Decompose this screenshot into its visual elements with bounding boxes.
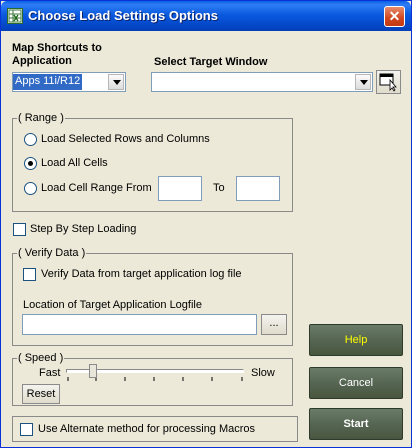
alternate-method-label[interactable]: Use Alternate method for processing Macr… bbox=[38, 423, 255, 435]
reset-speed-button[interactable]: Reset bbox=[22, 384, 60, 404]
target-window-select-value bbox=[152, 74, 156, 90]
verify-data-checkbox[interactable] bbox=[23, 268, 36, 281]
window-picker-button[interactable] bbox=[376, 70, 401, 94]
logfile-location-input[interactable] bbox=[22, 314, 257, 335]
speed-fast-label: Fast bbox=[39, 367, 61, 379]
speed-legend: ( Speed ) bbox=[17, 352, 65, 364]
chevron-down-icon[interactable] bbox=[108, 74, 124, 90]
start-button[interactable]: Start bbox=[309, 408, 403, 440]
verify-data-legend: ( Verify Data ) bbox=[17, 247, 87, 259]
logfile-location-label: Location of Target Application Logfile bbox=[23, 299, 202, 311]
load-range-label[interactable]: Load Cell Range From bbox=[41, 182, 152, 194]
help-button[interactable]: Help bbox=[309, 324, 403, 356]
close-icon: ✕ bbox=[388, 8, 401, 24]
radio-load-all[interactable] bbox=[24, 157, 37, 170]
range-to-input[interactable] bbox=[236, 176, 280, 201]
browse-logfile-button[interactable]: ... bbox=[261, 314, 287, 335]
map-shortcuts-label: Map Shortcuts to Application bbox=[12, 42, 102, 67]
alternate-method-checkbox[interactable] bbox=[20, 423, 33, 436]
range-legend: ( Range ) bbox=[17, 112, 65, 124]
application-select-value: Apps 11i/R12 bbox=[13, 74, 83, 90]
excel-sheet-icon bbox=[7, 8, 23, 24]
load-all-label[interactable]: Load All Cells bbox=[41, 157, 108, 169]
window-title: Choose Load Settings Options bbox=[28, 8, 218, 23]
radio-load-range[interactable] bbox=[24, 182, 37, 195]
load-settings-dialog: Choose Load Settings Options ✕ Map Short… bbox=[0, 0, 412, 448]
speed-slow-label: Slow bbox=[251, 367, 275, 379]
speed-slider-thumb[interactable] bbox=[88, 364, 97, 378]
step-by-step-label[interactable]: Step By Step Loading bbox=[30, 223, 136, 235]
load-selected-label[interactable]: Load Selected Rows and Columns bbox=[41, 133, 210, 145]
radio-load-selected[interactable] bbox=[24, 133, 37, 146]
target-window-label: Select Target Window bbox=[154, 56, 268, 68]
target-window-select[interactable] bbox=[151, 72, 373, 92]
title-bar[interactable]: Choose Load Settings Options ✕ bbox=[1, 1, 411, 31]
range-from-input[interactable] bbox=[158, 176, 202, 201]
chevron-down-icon[interactable] bbox=[355, 74, 371, 90]
window-picker-icon bbox=[379, 73, 397, 92]
cancel-button[interactable]: Cancel bbox=[309, 367, 403, 399]
verify-data-label[interactable]: Verify Data from target application log … bbox=[41, 268, 242, 280]
application-select[interactable]: Apps 11i/R12 bbox=[12, 72, 126, 92]
close-button[interactable]: ✕ bbox=[384, 6, 405, 27]
range-to-label: To bbox=[213, 182, 225, 194]
step-by-step-checkbox[interactable] bbox=[13, 223, 26, 236]
